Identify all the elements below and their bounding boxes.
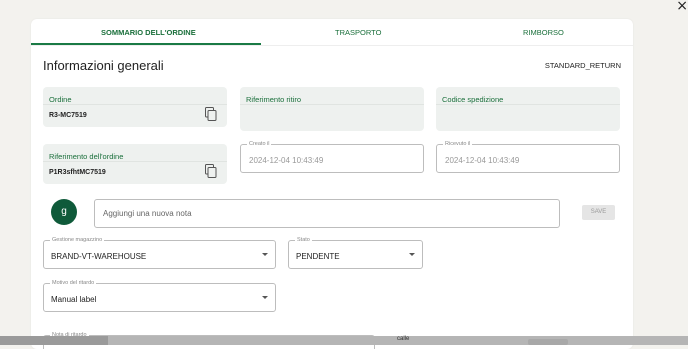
tab-order-summary[interactable]: SOMMARIO DELL'ORDINE — [101, 28, 196, 37]
received-value: 2024-12-04 10:43:49 — [445, 156, 520, 165]
avatar: g — [51, 199, 77, 225]
order-label: Ordine — [49, 95, 72, 104]
background-table-strip: calle — [0, 336, 688, 345]
warehouse-label: Gestione magazzino — [50, 236, 105, 244]
copy-icon[interactable] — [205, 107, 217, 121]
received-label: Ricevuto il — [443, 140, 473, 148]
delay-reason-value: Manual label — [51, 295, 97, 304]
background-cell-text: calle — [397, 336, 410, 342]
shipment-code-box: Codice spedizione — [436, 87, 620, 131]
background-chip — [528, 339, 568, 345]
tab-shipping[interactable]: TRASPORTO — [335, 28, 381, 37]
chevron-down-icon — [262, 253, 268, 256]
state-value: PENDENTE — [296, 252, 340, 261]
return-type-label: STANDARD_RETURN — [544, 61, 621, 70]
pickup-ref-label: Riferimento ritiro — [246, 95, 302, 104]
divider — [43, 104, 227, 105]
note-placeholder: Aggiungi una nuova nota — [103, 209, 192, 218]
warehouse-value: BRAND-VT-WAREHOUSE — [51, 252, 147, 261]
state-select[interactable]: Stato PENDENTE — [288, 236, 423, 269]
divider — [43, 161, 227, 162]
tab-bar: SOMMARIO DELL'ORDINE TRASPORTO RIMBORSO — [31, 19, 633, 46]
divider — [436, 104, 620, 105]
order-ref-label: Riferimento dell'ordine — [49, 152, 124, 161]
section-title: Informazioni generali — [43, 58, 164, 73]
created-label: Creato il — [247, 140, 272, 148]
divider — [240, 104, 424, 105]
created-value: 2024-12-04 10:43:49 — [249, 156, 324, 165]
note-input[interactable]: Aggiungi una nuova nota — [94, 199, 560, 228]
background-cell — [0, 336, 108, 345]
chevron-down-icon — [262, 296, 268, 299]
close-icon[interactable]: × — [676, 0, 688, 14]
order-ref-box: Riferimento dell'ordine P1R3sfhtMC7519 — [43, 144, 227, 184]
created-field: Creato il 2024-12-04 10:43:49 — [240, 140, 424, 173]
delay-reason-label: Motivo del ritardo — [50, 279, 97, 287]
warehouse-select[interactable]: Gestione magazzino BRAND-VT-WAREHOUSE — [43, 236, 276, 269]
order-box: Ordine R3-MC7519 — [43, 87, 227, 127]
tab-refund[interactable]: RIMBORSO — [523, 28, 564, 37]
order-ref-value: P1R3sfhtMC7519 — [49, 169, 106, 176]
chevron-down-icon — [409, 253, 415, 256]
pickup-ref-box: Riferimento ritiro — [240, 87, 424, 131]
active-tab-indicator — [31, 43, 261, 45]
received-field: Ricevuto il 2024-12-04 10:43:49 — [436, 140, 620, 173]
copy-icon[interactable] — [205, 164, 217, 178]
order-value: R3-MC7519 — [49, 112, 87, 119]
delay-reason-select[interactable]: Motivo del ritardo Manual label — [43, 279, 276, 312]
save-button[interactable]: SAVE — [582, 205, 615, 220]
state-label: Stato — [295, 236, 312, 244]
shipment-code-label: Codice spedizione — [442, 95, 504, 104]
order-dialog: SOMMARIO DELL'ORDINE TRASPORTO RIMBORSO … — [31, 19, 633, 349]
